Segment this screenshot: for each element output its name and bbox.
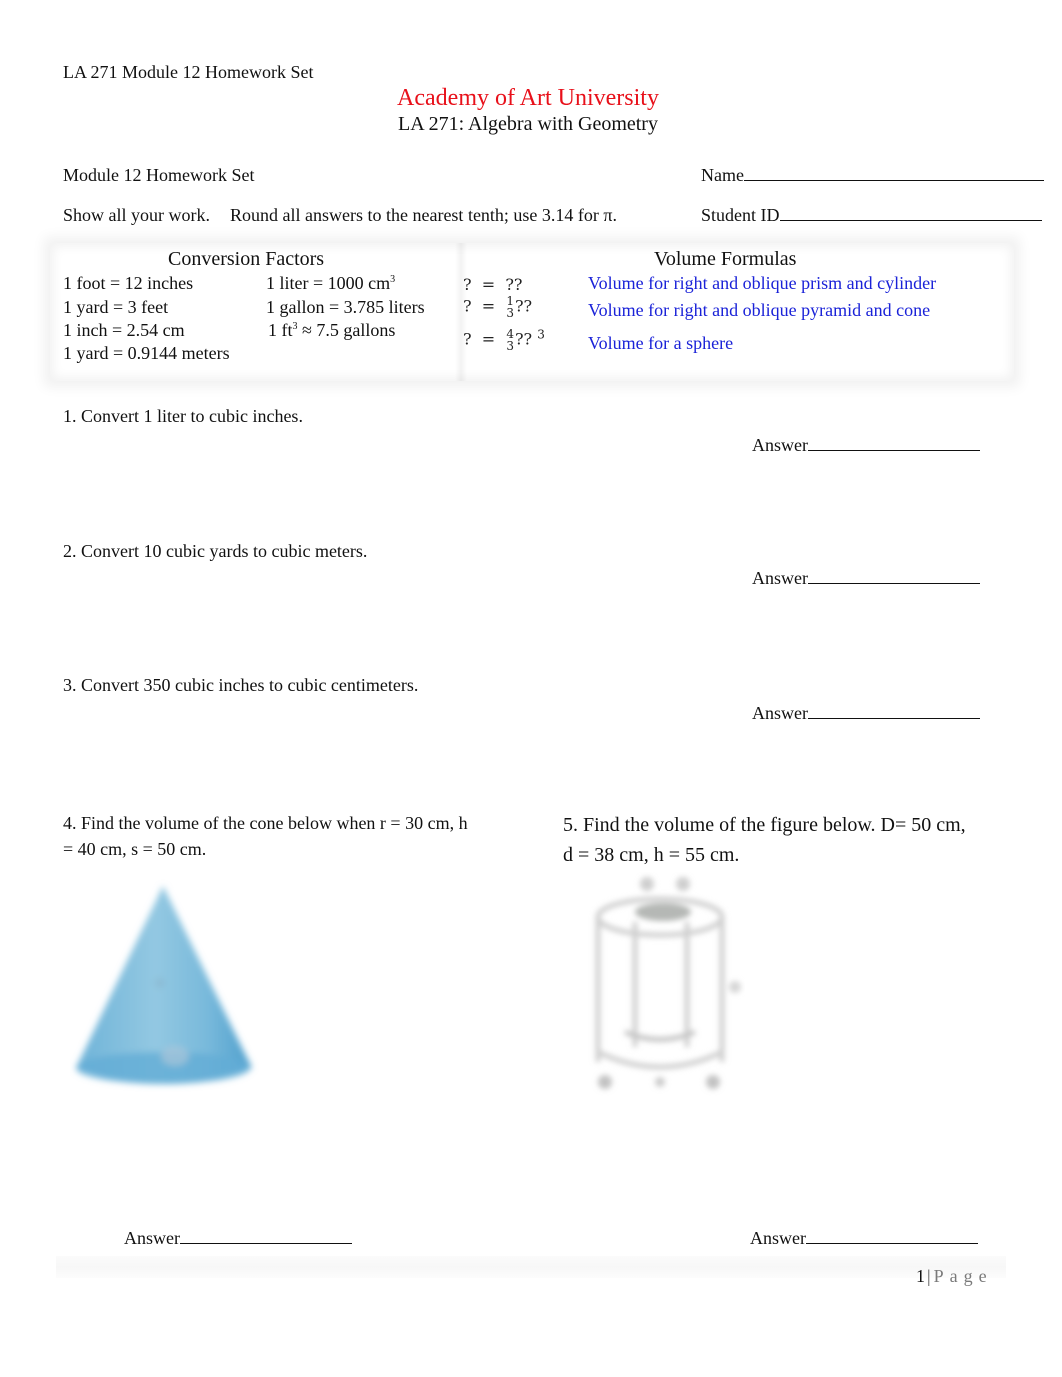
answer-blank-line[interactable] <box>806 1229 978 1244</box>
question-2: 2. Convert 10 cubic yards to cubic meter… <box>63 541 368 561</box>
hollow-cylinder-image <box>595 877 741 1089</box>
student-id-blank-line[interactable] <box>779 206 1042 221</box>
answer-label: Answer <box>752 435 808 455</box>
name-field[interactable]: Name <box>701 165 1044 186</box>
conversion-item: 1 yard = 0.9144 meters <box>63 343 230 363</box>
fraction: 13 <box>506 294 514 320</box>
formula-description: Volume for right and oblique prism and c… <box>588 273 937 293</box>
conversion-item: 1 inch = 2.54 cm <box>63 320 185 340</box>
conversion-item: 1 liter = 1000 cm3 <box>266 273 396 293</box>
question-1: 1. Convert 1 liter to cubic inches. <box>63 406 303 426</box>
cone-figure <box>70 878 260 1098</box>
answer-blank-line[interactable] <box>180 1229 352 1244</box>
instructions-work: Show all your work. <box>63 205 210 225</box>
document-header-label: LA 271 Module 12 Homework Set <box>63 62 314 82</box>
conversion-item: 1 gallon = 3.785 liters <box>266 297 425 317</box>
page-word: Page <box>933 1266 993 1286</box>
answer-field-4[interactable]: Answer <box>124 1228 352 1249</box>
conversion-item: 1 yard = 3 feet <box>63 297 169 317</box>
answer-field-5[interactable]: Answer <box>750 1228 978 1249</box>
answer-label: Answer <box>124 1228 180 1248</box>
name-blank-line[interactable] <box>743 166 1044 181</box>
course-title: LA 271: Algebra with Geometry <box>398 113 658 135</box>
fraction: 43 <box>506 327 514 353</box>
instructions-rounding: Round all answers to the nearest tenth; … <box>230 205 617 225</box>
formula-prism-cylinder: ? = ?? <box>463 275 523 294</box>
page-number-value: 1 <box>916 1266 925 1286</box>
instructions: Show all your work. Round all answers to … <box>63 205 617 226</box>
answer-field-3[interactable]: Answer <box>752 703 980 724</box>
student-id-label: Student ID <box>701 205 780 225</box>
answer-label: Answer <box>752 568 808 588</box>
answer-label: Answer <box>752 703 808 723</box>
conversion-item: 1 foot = 12 inches <box>63 273 194 293</box>
reference-table: Conversion Factors Volume Formulas 1 foo… <box>50 243 1014 381</box>
university-title: Academy of Art University <box>397 85 659 111</box>
answer-field-2[interactable]: Answer <box>752 568 980 589</box>
question-3: 3. Convert 350 cubic inches to cubic cen… <box>63 675 419 695</box>
question-4: 4. Find the volume of the cone below whe… <box>63 813 468 859</box>
answer-blank-line[interactable] <box>808 704 980 719</box>
page-number: 1 | Page <box>916 1266 993 1287</box>
page-separator: | <box>927 1266 931 1286</box>
conversion-item: 1 ft3 ≈ 7.5 gallons <box>268 320 396 340</box>
volume-formulas-heading: Volume Formulas <box>654 248 797 270</box>
cone-image <box>76 886 252 1084</box>
student-id-field[interactable]: Student ID <box>701 205 1042 226</box>
question-5: 5. Find the volume of the figure below. … <box>563 814 966 866</box>
hollow-cylinder-figure <box>585 872 745 1097</box>
answer-blank-line[interactable] <box>808 569 980 584</box>
conversion-factors-heading: Conversion Factors <box>168 248 325 270</box>
footer-band <box>56 1256 1006 1278</box>
homework-set-label: Module 12 Homework Set <box>63 165 255 185</box>
name-label: Name <box>701 165 744 185</box>
formula-description: Volume for a sphere <box>588 333 734 353</box>
formula-sphere: ? = 4 3?? 3 <box>463 327 545 353</box>
formula-description: Volume for right and oblique pyramid and… <box>588 300 931 320</box>
answer-label: Answer <box>750 1228 806 1248</box>
formula-pyramid-cone: ? = 1 3?? <box>463 294 533 320</box>
answer-blank-line[interactable] <box>808 436 980 451</box>
answer-field-1[interactable]: Answer <box>752 435 980 456</box>
